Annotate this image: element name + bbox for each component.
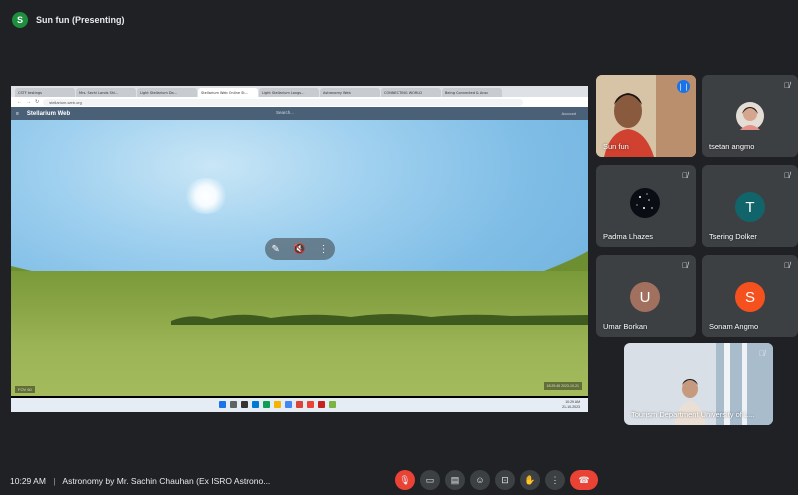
participant-tile-tsering-dolker[interactable]: 🎙̸ T Tsering Dolker — [702, 165, 798, 247]
overlay-more-icon[interactable]: ⋮ — [318, 244, 328, 255]
camera-button[interactable]: ▭ — [420, 470, 440, 490]
participant-tile-sun-fun[interactable]: ❘❘ Sun fun — [596, 75, 696, 157]
meeting-time: 10:29 AM — [10, 476, 46, 486]
raise-hand-icon: ✋ — [524, 474, 536, 485]
participant-name: Sonam Angmo — [709, 322, 759, 331]
participant-name: Sun fun — [603, 142, 629, 151]
app-icon — [318, 401, 325, 408]
start-icon — [219, 401, 226, 408]
mic-off-icon: 🎙̸ — [784, 81, 790, 90]
participant-name: Padma Lhazes — [603, 232, 654, 241]
back-icon: ← — [17, 99, 22, 105]
stellarium-datetime: 18:29:45 2023-10-21 — [543, 382, 582, 391]
browser-tab: Mrs. Sechi Lands Shi... — [76, 88, 136, 97]
captions-icon: ▤ — [450, 474, 460, 485]
browser-address-bar: ← → ↻ stellarium-web.org — [11, 97, 588, 107]
call-controls: 🎙 ▭ ▤ ☺ ⊡ ✋ ⋮ ☎ — [395, 470, 598, 490]
browser-tab: Light Stellarium Da... — [137, 88, 197, 97]
chrome-icon — [296, 401, 303, 408]
participant-name: Tourism Department University of L... — [631, 410, 755, 419]
search-icon — [230, 401, 237, 408]
stellarium-logo: Stellarium Web — [26, 110, 71, 117]
tray-date: 21-10-2023 — [562, 404, 580, 409]
stellarium-search: Search... — [276, 110, 295, 115]
forward-icon: → — [26, 99, 31, 105]
browser-tab-active: Stellarium Web Online St... — [198, 88, 258, 97]
camera-icon: ▭ — [425, 474, 435, 485]
mic-off-icon: 🎙̸ — [759, 349, 765, 358]
meeting-title: Astronomy by Mr. Sachin Chauhan (Ex ISRO… — [62, 476, 271, 486]
url-field: stellarium-web.org — [43, 98, 524, 106]
mic-off-icon: 🎙̸ — [682, 171, 688, 180]
avatar: U — [630, 282, 660, 312]
participant-tile-tsetan-angmo[interactable]: 🎙̸ tsetan angmo — [702, 75, 798, 157]
participant-name: tsetan angmo — [709, 142, 755, 151]
emoji-button[interactable]: ☺ — [470, 470, 490, 490]
app-icon — [307, 401, 314, 408]
end-call-button[interactable]: ☎ — [570, 470, 598, 490]
mute-overlay-icon[interactable]: 🔇 — [293, 244, 305, 255]
more-options-icon: ⋮ — [550, 474, 560, 485]
captions-button[interactable]: ▤ — [445, 470, 465, 490]
participant-name: Umar Borkan — [603, 322, 648, 331]
avatar-photo — [630, 188, 660, 218]
participant-tile-tourism-department[interactable]: 🎙̸ Tourism Department University of L... — [624, 343, 773, 425]
emoji-icon: ☺ — [475, 475, 485, 485]
speaking-indicator-icon: ❘❘ — [677, 80, 690, 93]
present-button[interactable]: ⊡ — [495, 470, 515, 490]
explorer-icon — [274, 401, 281, 408]
mic-off-icon: 🎙̸ — [682, 261, 688, 270]
edge-icon — [263, 401, 270, 408]
meeting-controls-bar: 10:29 AM | Astronomy by Mr. Sachin Chauh… — [0, 462, 798, 495]
raise-hand-button[interactable]: ✋ — [520, 470, 540, 490]
more-options-button[interactable]: ⋮ — [545, 470, 565, 490]
participant-name: Tsering Dolker — [709, 232, 757, 241]
taskbar-apps — [219, 401, 336, 408]
grass-field — [11, 271, 588, 396]
mic-off-icon: 🎙 — [399, 474, 411, 485]
app-icon — [329, 401, 336, 408]
menu-icon: ≡ — [16, 110, 19, 117]
sun — [183, 178, 229, 214]
meeting-info: 10:29 AM | Astronomy by Mr. Sachin Chauh… — [10, 476, 270, 486]
participant-tile-sonam-angmo[interactable]: 🎙̸ S Sonam Angmo — [702, 255, 798, 337]
pin-icon[interactable]: ✎ — [272, 244, 280, 255]
browser-tab: Being Connected & Ansc — [442, 88, 502, 97]
windows-taskbar: 10:29 AM 21-10-2023 — [11, 398, 588, 412]
mic-off-icon: 🎙̸ — [784, 261, 790, 270]
store-icon — [285, 401, 292, 408]
widgets-icon — [252, 401, 259, 408]
shared-screen[interactable]: CSTF testings Mrs. Sechi Lands Shi... Li… — [11, 86, 588, 412]
fov-label: FOV 60 — [15, 386, 35, 393]
reload-icon: ↻ — [35, 99, 40, 105]
present-icon: ⊡ — [501, 474, 509, 485]
treeline — [171, 314, 588, 325]
presenter-avatar: S — [12, 12, 28, 28]
tray-time: 10:29 AM — [565, 400, 580, 404]
avatar-photo — [736, 102, 764, 130]
browser-tab: Light Stellarium Longs... — [259, 88, 319, 97]
avatar: T — [735, 192, 765, 222]
participant-tile-padma-lhazes[interactable]: 🎙̸ Padma Lhazes — [596, 165, 696, 247]
stellarium-account: Account — [561, 111, 576, 116]
browser-tab: Astronomy Web — [320, 88, 380, 97]
mic-off-icon: 🎙̸ — [784, 171, 790, 180]
system-tray: 10:29 AM 21-10-2023 — [562, 400, 580, 409]
mic-off-button[interactable]: 🎙 — [395, 470, 415, 490]
participant-tile-umar-borkan[interactable]: 🎙̸ U Umar Borkan — [596, 255, 696, 337]
presentation-overlay-controls[interactable]: ✎ 🔇 ⋮ — [265, 238, 335, 260]
taskview-icon — [241, 401, 248, 408]
browser-tab: CONNECTING WORLD — [381, 88, 441, 97]
presenting-title: Sun fun (Presenting) — [36, 15, 125, 25]
browser-tab: CSTF testings — [15, 88, 75, 97]
separator: | — [53, 476, 56, 486]
avatar: S — [735, 282, 765, 312]
browser-tab-strip: CSTF testings Mrs. Sechi Lands Shi... Li… — [11, 86, 588, 97]
end-call-icon: ☎ — [578, 474, 590, 485]
stellarium-toolbar: ≡ Stellarium Web Search... Account — [11, 107, 588, 120]
meeting-header: S Sun fun (Presenting) — [0, 0, 798, 40]
